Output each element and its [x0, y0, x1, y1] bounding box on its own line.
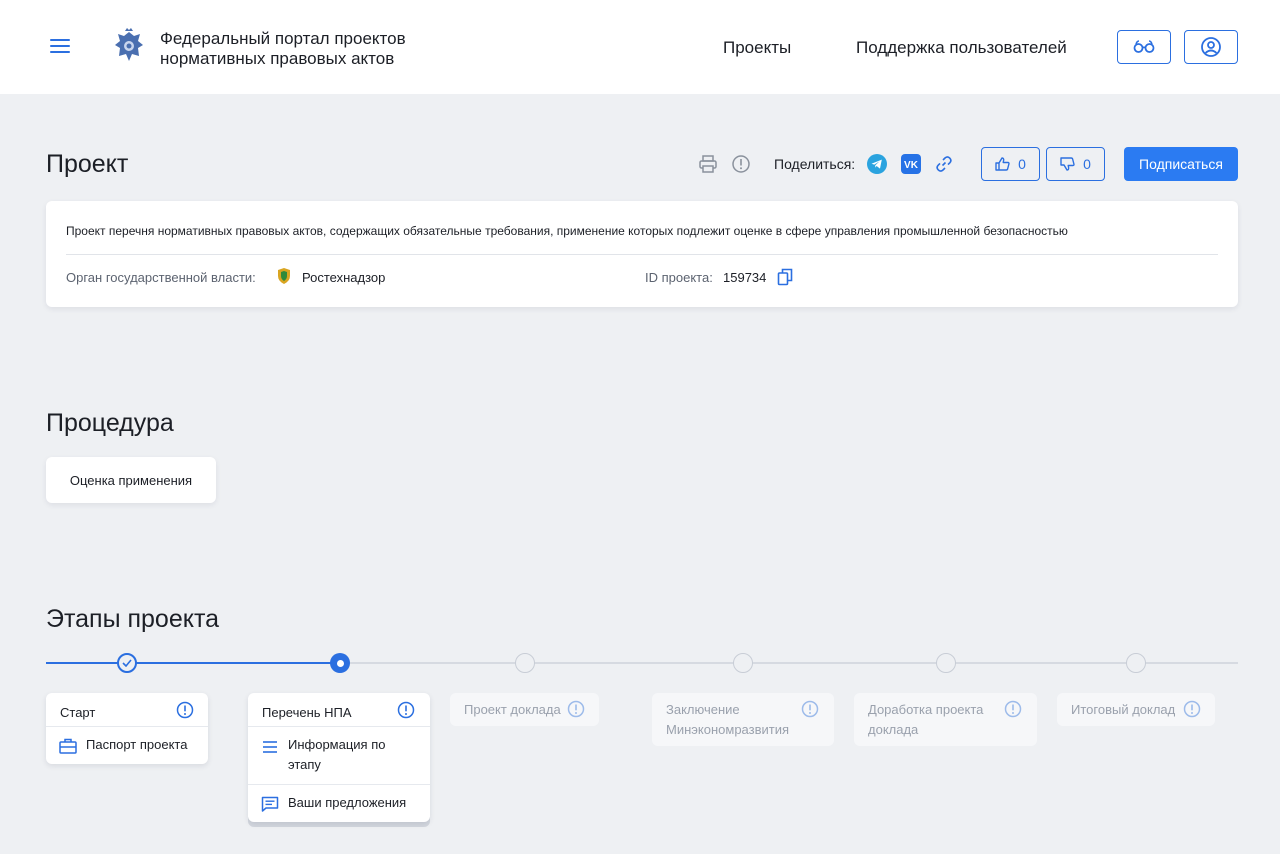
project-id-label: ID проекта: — [645, 270, 713, 285]
briefcase-icon — [59, 738, 77, 754]
stages-progress-completed — [46, 662, 340, 664]
stages-progress-remaining — [340, 662, 1238, 664]
copy-link-button[interactable] — [934, 154, 954, 174]
copy-icon[interactable] — [777, 268, 793, 286]
info-icon[interactable] — [567, 700, 585, 718]
info-icon[interactable] — [176, 701, 194, 719]
stage-link-stage-info[interactable]: Информация по этапу — [248, 726, 430, 784]
org-label: Орган государственной власти: — [66, 270, 256, 285]
nav-projects-link[interactable]: Проекты — [723, 38, 791, 58]
info-icon — [732, 155, 750, 173]
menu-icon[interactable] — [50, 39, 70, 55]
glasses-icon — [1133, 40, 1155, 53]
project-title: Проект — [46, 150, 129, 178]
org-value[interactable]: Ростехнадзор — [302, 270, 385, 285]
telegram-icon — [867, 154, 887, 174]
stage-node-report[interactable] — [515, 653, 535, 673]
stage-link-project-passport[interactable]: Паспорт проекта — [46, 726, 208, 764]
info-icon[interactable] — [801, 700, 819, 718]
list-icon — [263, 741, 277, 753]
procedure-title: Процедура — [46, 409, 174, 437]
project-info-button[interactable] — [731, 154, 751, 174]
stage-card-rework[interactable]: Доработка проекта доклада — [854, 693, 1037, 746]
thumbs-down-icon — [1060, 157, 1075, 171]
stage-label: Заключение Минэкономразвития — [666, 702, 790, 737]
stage-card-npa: Перечень НПА Информация по этапу Ваши пр… — [248, 693, 430, 822]
dislike-button[interactable]: 0 — [1046, 147, 1105, 181]
stage-node-npa[interactable] — [330, 653, 350, 673]
project-id-value: 159734 — [723, 270, 767, 285]
check-icon — [122, 659, 132, 667]
stage-card-report-draft[interactable]: Проект доклада — [450, 693, 599, 726]
svg-text:VK: VK — [904, 160, 919, 171]
stages-title: Этапы проекта — [46, 605, 220, 633]
stage-node-final[interactable] — [1126, 653, 1146, 673]
divider — [66, 254, 1218, 255]
procedure-type-card[interactable]: Оценка применения — [46, 457, 216, 503]
vk-icon: VK — [901, 154, 921, 174]
site-header: Федеральный портал проектов нормативных … — [0, 0, 1280, 94]
print-icon — [699, 155, 717, 173]
site-title[interactable]: Федеральный портал проектов нормативных … — [160, 29, 460, 69]
project-card: Проект перечня нормативных правовых акто… — [46, 201, 1238, 307]
print-button[interactable] — [697, 154, 719, 174]
stage-node-conclusion[interactable] — [733, 653, 753, 673]
link-icon — [936, 156, 952, 172]
user-profile-button[interactable] — [1184, 30, 1238, 64]
stage-link-your-proposals[interactable]: Ваши предложения — [248, 784, 430, 822]
user-icon — [1201, 37, 1221, 57]
like-button[interactable]: 0 — [981, 147, 1040, 181]
stage-label: Проект доклада — [464, 702, 561, 717]
telegram-share-button[interactable] — [867, 154, 887, 174]
like-count: 0 — [1018, 156, 1026, 172]
stage-label: Старт — [60, 705, 96, 720]
project-description: Проект перечня нормативных правовых акто… — [66, 224, 1068, 238]
site-title-line2: нормативных правовых актов — [160, 49, 395, 68]
comment-icon — [261, 796, 279, 812]
thumbs-up-icon — [995, 157, 1010, 171]
share-label: Поделиться: — [774, 156, 856, 172]
stage-card-final-report[interactable]: Итоговый доклад — [1057, 693, 1215, 726]
stage-node-rework[interactable] — [936, 653, 956, 673]
info-icon[interactable] — [1004, 700, 1022, 718]
accessibility-button[interactable] — [1117, 30, 1171, 64]
info-icon[interactable] — [1183, 700, 1201, 718]
stage-card-conclusion[interactable]: Заключение Минэкономразвития — [652, 693, 834, 746]
stage-label: Доработка проекта доклада — [868, 702, 984, 737]
stage-link-label: Паспорт проекта — [86, 737, 188, 752]
stage-link-label: Ваши предложения — [288, 795, 407, 810]
vk-share-button[interactable]: VK — [901, 154, 921, 174]
stage-link-label: Информация по этапу — [288, 737, 386, 772]
site-title-line1: Федеральный портал проектов — [160, 29, 406, 48]
stage-label: Итоговый доклад — [1071, 702, 1176, 717]
stage-card-start: Старт Паспорт проекта — [46, 693, 208, 764]
nav-support-link[interactable]: Поддержка пользователей — [856, 38, 1067, 58]
info-icon[interactable] — [397, 701, 415, 719]
stage-node-start[interactable] — [117, 653, 137, 673]
dislike-count: 0 — [1083, 156, 1091, 172]
rostekhnadzor-emblem-icon — [278, 268, 290, 284]
stage-label: Перечень НПА — [262, 705, 352, 720]
emblem-icon[interactable] — [112, 28, 146, 64]
subscribe-button[interactable]: Подписаться — [1124, 147, 1238, 181]
